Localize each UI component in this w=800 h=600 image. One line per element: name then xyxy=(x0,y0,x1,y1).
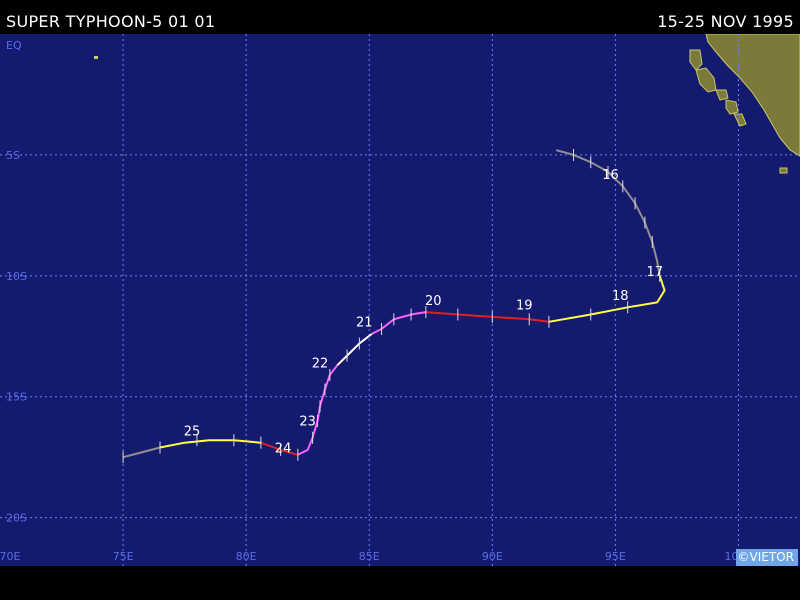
lon-label-85E: 85E xyxy=(359,550,380,563)
ocean xyxy=(0,34,800,566)
lat-label-15S: 15S xyxy=(6,391,27,404)
lon-label-75E: 75E xyxy=(113,550,134,563)
storm-track-map: 70E75E80E85E90E95E100EEQ5S10S15S20S 1617… xyxy=(0,34,800,566)
day-label-21: 21 xyxy=(356,316,373,331)
day-label-20: 20 xyxy=(425,294,442,309)
day-label-16: 16 xyxy=(602,168,619,183)
lat-label-10S: 10S xyxy=(6,270,27,283)
lon-label-95E: 95E xyxy=(605,550,626,563)
land-islet-west xyxy=(94,56,98,59)
day-label-24: 24 xyxy=(275,441,292,456)
lon-label-80E: 80E xyxy=(236,550,257,563)
lat-label-EQ: EQ xyxy=(6,39,22,52)
lon-label-90E: 90E xyxy=(482,550,503,563)
day-label-22: 22 xyxy=(312,357,329,372)
day-label-19: 19 xyxy=(516,299,533,314)
lat-label-20S: 20S xyxy=(6,512,27,525)
lat-label-5S: 5S xyxy=(6,149,20,162)
day-label-25: 25 xyxy=(184,424,201,439)
land-islet-christmas xyxy=(779,167,788,174)
day-label-18: 18 xyxy=(612,289,629,304)
header: SUPER TYPHOON-5 01 01 15-25 NOV 1995 xyxy=(0,0,800,34)
lon-label-70E: 70E xyxy=(0,550,21,563)
storm-title: SUPER TYPHOON-5 01 01 xyxy=(6,12,216,31)
bottom-bar xyxy=(0,566,800,600)
credit-badge: ©VIETOR xyxy=(735,549,798,566)
day-label-17: 17 xyxy=(646,265,663,280)
date-range: 15-25 NOV 1995 xyxy=(657,12,794,31)
day-label-23: 23 xyxy=(299,415,316,430)
